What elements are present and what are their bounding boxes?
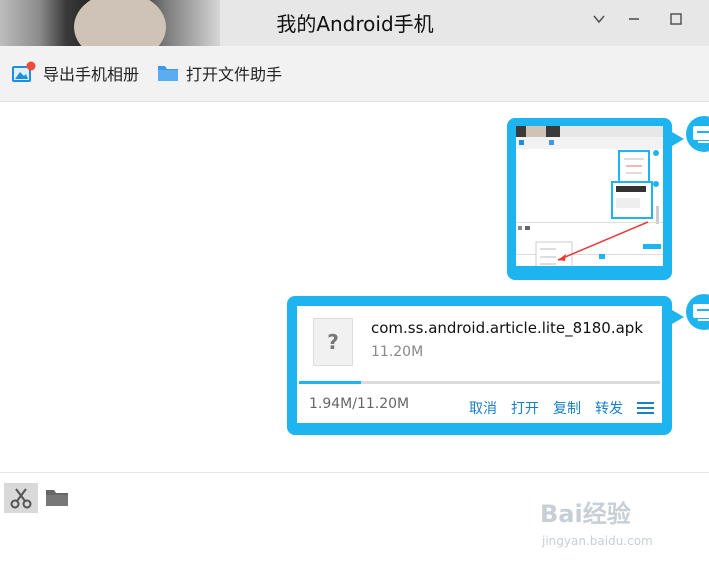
screenshot-message-bubble[interactable] bbox=[507, 118, 672, 280]
file-actions: 取消 打开 复制 转发 bbox=[469, 398, 654, 418]
profile-photo-background bbox=[0, 0, 220, 46]
copy-button[interactable]: 复制 bbox=[553, 398, 581, 418]
watermark-text: Bai经验 bbox=[540, 500, 631, 528]
folder-icon bbox=[46, 490, 68, 506]
screenshot-thumbnail[interactable] bbox=[516, 126, 663, 266]
minimize-button[interactable] bbox=[620, 9, 648, 35]
minimize-icon bbox=[629, 18, 639, 20]
scissors-icon bbox=[10, 488, 32, 509]
forward-button[interactable]: 转发 bbox=[595, 398, 623, 418]
bubble-tail bbox=[672, 310, 684, 324]
screenshot-button[interactable] bbox=[4, 483, 38, 513]
toolbar: 导出手机相册 打开文件助手 bbox=[0, 46, 709, 102]
pc-avatar-icon bbox=[686, 116, 709, 152]
baidu-jingyan-watermark: Bai经验 jingyan.baidu.com bbox=[540, 494, 700, 554]
window-title: 我的Android手机 bbox=[276, 12, 434, 36]
file-size: 11.20M bbox=[371, 344, 424, 360]
export-album-label: 导出手机相册 bbox=[43, 65, 140, 84]
open-file-helper-button[interactable]: 打开文件助手 bbox=[156, 61, 282, 85]
transfer-progress-bar bbox=[299, 381, 660, 384]
chat-area: ? com.ss.android.article.lite_8180.apk 1… bbox=[0, 102, 709, 472]
transfer-progress-fill bbox=[299, 381, 362, 384]
screenshot-thumbnail-image bbox=[516, 126, 663, 266]
maximize-icon bbox=[670, 13, 682, 25]
pc-avatar-icon bbox=[686, 294, 709, 330]
transfer-progress-text: 1.94M/11.20M bbox=[309, 396, 410, 412]
dropdown-chevron-button[interactable] bbox=[585, 9, 613, 35]
send-file-button[interactable] bbox=[40, 483, 74, 513]
watermark-url: jingyan.baidu.com bbox=[542, 534, 653, 548]
export-photo-icon bbox=[12, 61, 36, 82]
file-name: com.ss.android.article.lite_8180.apk bbox=[371, 319, 643, 337]
file-message-bubble: ? com.ss.android.article.lite_8180.apk 1… bbox=[287, 296, 672, 435]
folder-icon bbox=[158, 66, 178, 81]
open-button[interactable]: 打开 bbox=[511, 398, 539, 418]
bubble-tail bbox=[672, 132, 684, 146]
more-menu-icon[interactable] bbox=[637, 401, 654, 415]
open-file-helper-label: 打开文件助手 bbox=[186, 65, 283, 84]
file-card[interactable]: ? com.ss.android.article.lite_8180.apk 1… bbox=[297, 306, 662, 423]
unknown-file-icon: ? bbox=[313, 318, 353, 366]
maximize-button[interactable] bbox=[662, 9, 690, 35]
export-album-button[interactable]: 导出手机相册 bbox=[11, 61, 139, 85]
cancel-button[interactable]: 取消 bbox=[469, 398, 497, 418]
chevron-down-icon bbox=[593, 15, 605, 24]
title-bar: 我的Android手机 bbox=[0, 0, 709, 46]
